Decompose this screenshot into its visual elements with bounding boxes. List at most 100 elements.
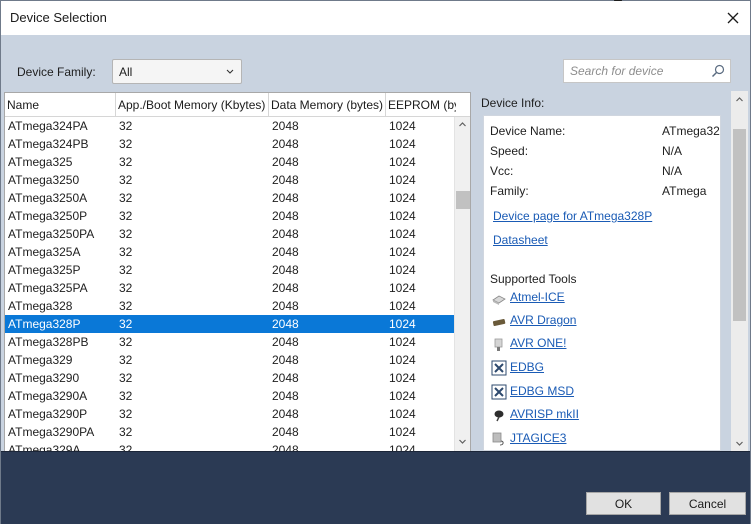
cell-name: ATmega3250PA [8, 227, 95, 241]
table-row[interactable]: ATmega3290PA 32 2048 1024 [5, 423, 455, 441]
table-row[interactable]: ATmega324PB 32 2048 1024 [5, 135, 455, 153]
cell-data-memory: 2048 [272, 281, 299, 295]
datasheet-link[interactable]: Datasheet [493, 233, 548, 247]
cell-app-memory: 32 [119, 155, 133, 169]
cell-eeprom: 1024 [389, 353, 416, 367]
cell-eeprom: 1024 [389, 335, 416, 349]
cell-name: ATmega3290P [8, 407, 88, 421]
table-row[interactable]: ATmega3250A 32 2048 1024 [5, 189, 455, 207]
cell-eeprom: 1024 [389, 281, 416, 295]
table-row[interactable]: ATmega328P 32 2048 1024 [5, 315, 455, 333]
search-input[interactable] [568, 63, 708, 79]
table-row[interactable]: ATmega328PB 32 2048 1024 [5, 333, 455, 351]
device-name-label: Device Name: [490, 124, 566, 138]
device-family-value: All [119, 65, 133, 79]
cell-data-memory: 2048 [272, 119, 299, 133]
vcc-value: N/A [662, 164, 683, 178]
device-info-panel: Device Name: ATmega32 Speed: N/A Vcc: N/… [483, 115, 721, 451]
cell-data-memory: 2048 [272, 137, 299, 151]
column-header-data-memory[interactable]: Data Memory (bytes) [269, 93, 386, 117]
column-header-name[interactable]: Name [5, 93, 116, 117]
cell-app-memory: 32 [119, 191, 133, 205]
device-page-link[interactable]: Device page for ATmega328P [493, 209, 652, 223]
table-row[interactable]: ATmega325A 32 2048 1024 [5, 243, 455, 261]
avr-dragon-icon [492, 318, 506, 326]
supported-tools-label: Supported Tools [490, 272, 577, 286]
info-scrollbar[interactable] [731, 91, 748, 453]
cell-eeprom: 1024 [389, 119, 416, 133]
cell-name: ATmega328P [8, 317, 81, 331]
scroll-down-arrow[interactable] [455, 434, 470, 449]
cell-app-memory: 32 [119, 245, 133, 259]
cell-eeprom: 1024 [389, 173, 416, 187]
tool-link-edbg-msd[interactable]: EDBG MSD [510, 384, 574, 398]
grid-scrollbar[interactable] [454, 117, 470, 451]
cell-app-memory: 32 [119, 353, 133, 367]
cell-name: ATmega325 [8, 155, 73, 169]
tool-link-avr-one[interactable]: AVR ONE! [510, 336, 566, 350]
grid-header: Name App./Boot Memory (Kbytes) Data Memo… [5, 93, 470, 117]
cell-data-memory: 2048 [272, 371, 299, 385]
cell-name: ATmega3290PA [8, 425, 95, 439]
cell-eeprom: 1024 [389, 227, 416, 241]
table-row[interactable]: ATmega3250PA 32 2048 1024 [5, 225, 455, 243]
table-row[interactable]: ATmega3290A 32 2048 1024 [5, 387, 455, 405]
cell-data-memory: 2048 [272, 407, 299, 421]
table-row[interactable]: ATmega328 32 2048 1024 [5, 297, 455, 315]
cell-data-memory: 2048 [272, 245, 299, 259]
speed-label: Speed: [490, 144, 529, 158]
column-header-eeprom[interactable]: EEPROM (by [386, 93, 456, 117]
table-row[interactable]: ATmega3250P 32 2048 1024 [5, 207, 455, 225]
cell-name: ATmega325PA [8, 281, 88, 295]
tool-link-avrisp-mkii[interactable]: AVRISP mkII [510, 407, 579, 421]
cell-app-memory: 32 [119, 209, 133, 223]
table-row[interactable]: ATmega329A 32 2048 1024 [5, 441, 455, 451]
edbg-msd-icon [491, 384, 507, 400]
ok-button[interactable]: OK [586, 492, 661, 515]
table-row[interactable]: ATmega3290P 32 2048 1024 [5, 405, 455, 423]
table-row[interactable]: ATmega324PA 32 2048 1024 [5, 117, 455, 135]
table-row[interactable]: ATmega3250 32 2048 1024 [5, 171, 455, 189]
tool-link-edbg[interactable]: EDBG [510, 360, 544, 374]
tool-link-atmel-ice[interactable]: Atmel-ICE [510, 290, 565, 304]
column-header-app-memory[interactable]: App./Boot Memory (Kbytes) [116, 93, 269, 117]
scroll-up-arrow[interactable] [455, 117, 470, 132]
cell-app-memory: 32 [119, 263, 133, 277]
cell-app-memory: 32 [119, 425, 133, 439]
device-info-label: Device Info: [481, 96, 545, 110]
cancel-button[interactable]: Cancel [669, 492, 746, 515]
cell-app-memory: 32 [119, 281, 133, 295]
tool-link-avr-dragon[interactable]: AVR Dragon [510, 313, 576, 327]
cell-eeprom: 1024 [389, 299, 416, 313]
device-name-value: ATmega32 [662, 124, 720, 138]
cell-data-memory: 2048 [272, 353, 299, 367]
cell-name: ATmega329A [8, 443, 81, 451]
close-button[interactable] [716, 1, 750, 35]
info-scroll-up-arrow[interactable] [731, 91, 748, 107]
cell-name: ATmega324PA [8, 119, 88, 133]
cell-eeprom: 1024 [389, 371, 416, 385]
cell-data-memory: 2048 [272, 227, 299, 241]
speed-value: N/A [662, 144, 683, 158]
edbg-icon [491, 360, 507, 376]
cell-name: ATmega3250P [8, 209, 88, 223]
vcc-label: Vcc: [490, 164, 514, 178]
table-row[interactable]: ATmega325PA 32 2048 1024 [5, 279, 455, 297]
table-row[interactable]: ATmega325 32 2048 1024 [5, 153, 455, 171]
table-row[interactable]: ATmega3290 32 2048 1024 [5, 369, 455, 387]
cell-eeprom: 1024 [389, 389, 416, 403]
cell-eeprom: 1024 [389, 425, 416, 439]
cell-app-memory: 32 [119, 371, 133, 385]
device-search-box[interactable] [563, 59, 731, 83]
table-row[interactable]: ATmega329 32 2048 1024 [5, 351, 455, 369]
grid-scroll-thumb[interactable] [456, 191, 470, 209]
cell-eeprom: 1024 [389, 407, 416, 421]
tool-link-jtagice3[interactable]: JTAGICE3 [510, 431, 566, 445]
cell-name: ATmega3290A [8, 389, 88, 403]
grid-rows: ATmega324PA 32 2048 1024 ATmega324PB 32 2048 10… [5, 117, 455, 451]
info-scroll-down-arrow[interactable] [731, 435, 748, 451]
device-family-dropdown[interactable]: All [112, 59, 242, 84]
info-scroll-thumb[interactable] [733, 129, 746, 321]
table-row[interactable]: ATmega325P 32 2048 1024 [5, 261, 455, 279]
family-label: Family: [490, 184, 529, 198]
